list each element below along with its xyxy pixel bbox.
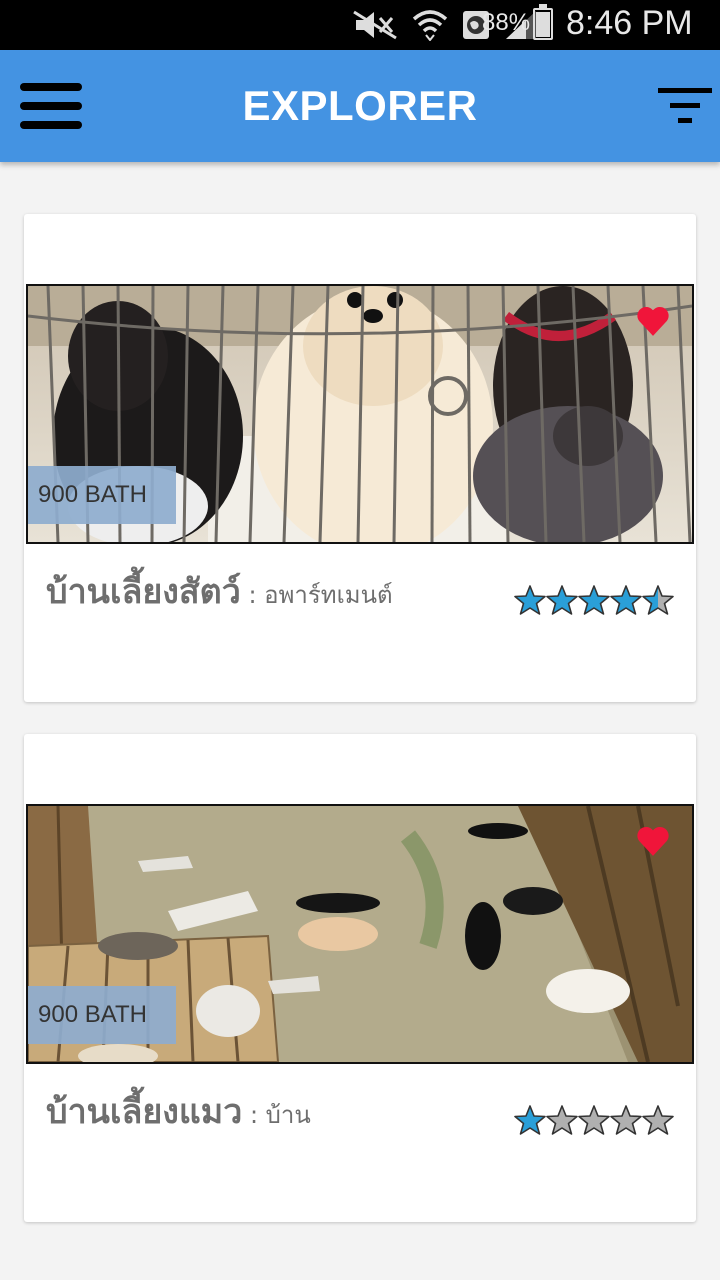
cats-on-floor-photo[interactable]: 900 BATH — [26, 804, 694, 1064]
listing-separator: : — [242, 1101, 266, 1129]
listing-card[interactable]: 900 BATH บ้านเลี้ยงสัตว์ : อพาร์ทเมนต์ — [24, 214, 696, 702]
star-empty-icon — [578, 1105, 610, 1135]
star-filled-icon — [546, 585, 578, 615]
listing-title: บ้านเลี้ยงสัตว์ : อพาร์ทเมนต์ — [46, 564, 486, 618]
listing-name: บ้านเลี้ยงแมว — [46, 1092, 243, 1132]
listing-type: อพาร์ทเมนต์ — [264, 581, 393, 609]
price-tag: 900 BATH — [28, 986, 176, 1044]
listing-card[interactable]: 900 BATH บ้านเลี้ยงแมว : บ้าน — [24, 734, 696, 1222]
app-bar: EXPLORER — [0, 50, 720, 162]
star-empty-icon — [610, 1105, 642, 1135]
dogs-in-cage-photo[interactable]: 900 BATH — [26, 284, 694, 544]
filter-icon[interactable] — [656, 86, 712, 126]
star-filled-icon — [610, 585, 642, 615]
star-filled-icon — [578, 585, 610, 615]
rating-stars — [514, 1104, 674, 1136]
battery-level — [536, 12, 550, 37]
listing-name: บ้านเลี้ยงสัตว์ — [46, 572, 241, 612]
favorite-heart-icon[interactable] — [636, 304, 670, 338]
star-filled-icon — [514, 585, 546, 615]
star-empty-icon — [546, 1105, 578, 1135]
status-bar: 88% 8:46 PM — [0, 0, 720, 50]
star-filled-icon — [514, 1105, 546, 1135]
page-title: EXPLORER — [242, 82, 478, 129]
star-half-icon — [642, 585, 674, 615]
listing-title: บ้านเลี้ยงแมว : บ้าน — [46, 1084, 486, 1138]
wifi-icon — [412, 10, 448, 41]
favorite-heart-icon[interactable] — [636, 824, 670, 858]
clock: 8:46 PM — [566, 4, 693, 42]
mute-icon — [353, 10, 397, 40]
listing-separator: : — [240, 581, 265, 609]
price-tag: 900 BATH — [28, 466, 176, 524]
star-empty-icon — [642, 1105, 674, 1135]
battery-percent: 88% — [482, 9, 531, 36]
listing-type: บ้าน — [265, 1101, 311, 1129]
battery-icon — [533, 4, 553, 40]
rating-stars — [514, 584, 674, 616]
